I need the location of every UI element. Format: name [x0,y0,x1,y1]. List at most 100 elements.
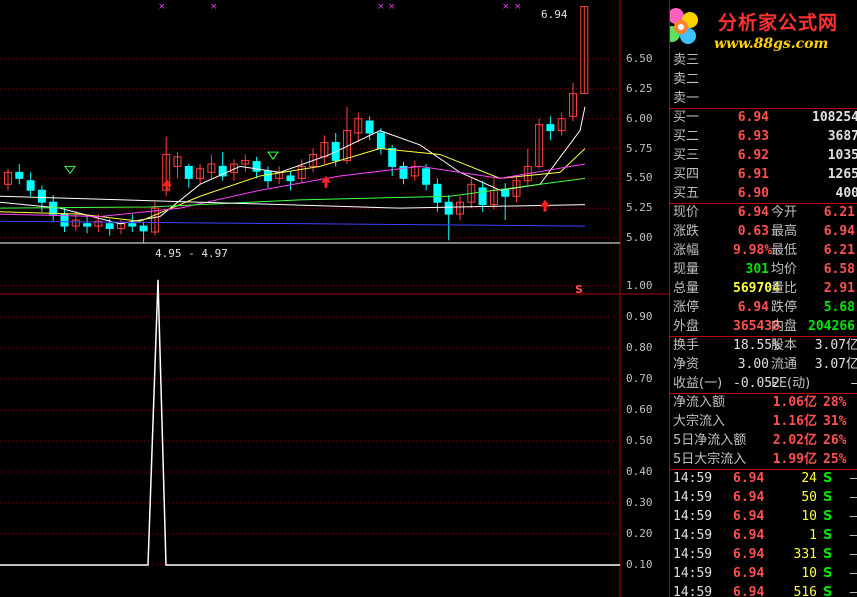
top-x-marker: × [514,2,522,12]
bid-price: 6.93 [737,129,769,144]
tick-price: 6.94 [733,509,765,524]
tick-row: 14:59 6.94 24 S — [673,470,857,488]
tick-volume: 516 [793,585,817,597]
indicator-tick-label: 0.80 [626,341,653,354]
ask-row: 卖三 [673,52,857,70]
fundamental-row: 收益(一) -0.052PE(动)— [673,375,857,393]
flow-label: 净流入额 [673,395,726,410]
bid-price: 6.90 [737,186,769,201]
ask-label: 卖三 [673,53,700,68]
tick-dash: — [849,527,857,545]
kline-chart-area[interactable]: × × × × × × 6.50 6.25 6.00 5.75 5.50 5.25 5.00 1.00… [0,0,669,597]
tick-price: 6.94 [733,585,765,597]
top-x-marker: × [502,2,510,12]
indicator-tick-label: 0.10 [626,558,653,571]
bid-label: 买二 [673,129,700,144]
stat-row: 涨幅 9.98% 最低 6.21 [673,242,857,260]
kline-chart[interactable]: × × × × × × [0,0,669,597]
quote-panel: 分析家公式网 www.88gs.com 卖三 卖二 卖一 买一 6.94 108254 买二… [669,0,857,597]
stat-value-2: 5.68 [823,300,855,315]
candle-body [15,171,24,179]
stat-row: 外盘 365438 内盘 204266 [673,318,857,336]
tick-row: 14:59 6.94 50 S — [673,489,857,507]
flow-pct: 28% [823,395,847,410]
tick-time: 14:59 [673,509,713,524]
fundamental-value-2: 3.07亿 [814,357,857,372]
sell-arrow-icon [64,165,76,175]
tick-time: 14:59 [673,566,713,581]
fundamental-value-2: — [809,375,857,393]
tick-volume: 24 [801,471,817,486]
indicator-line [0,279,620,566]
candle-body [263,170,272,182]
top-x-marker: × [158,2,166,12]
tick-time: 14:59 [673,490,713,505]
bid-row: 买二 6.93 3687 [673,128,857,146]
fundamental-label: 净资 [673,357,700,372]
s-marker: S [575,283,583,296]
stat-value: 301 [745,262,769,277]
top-x-marker: × [388,2,396,12]
logo-title: 分析家公式网 [718,12,839,34]
fundamental-value-2: 3.07亿 [814,338,857,353]
tick-price: 6.94 [733,566,765,581]
bid-label: 买三 [673,148,700,163]
bid-row: 买四 6.91 1265 [673,166,857,184]
stat-label: 总量 [673,281,700,296]
tick-time: 14:59 [673,528,713,543]
flow-label: 5日净流入额 [673,433,747,448]
stat-label: 现量 [673,262,700,277]
tick-time: 14:59 [673,471,713,486]
flow-amount: 2.02亿 [772,433,817,448]
bid-row: 买五 6.90 400 [673,185,857,203]
candle-body [444,201,453,215]
candle-body [128,223,137,227]
stat-value-2: 6.21 [823,243,855,258]
fundamental-row: 净资 3.00 流通 3.07亿 [673,356,857,374]
bid-volume: 3687 [827,129,857,144]
logo: 分析家公式网 www.88gs.com [670,2,857,56]
high-price-label: 6.94 [541,8,568,21]
stat-label-2: 跌停 [771,300,798,315]
stat-value-2: 204266 [808,319,855,334]
bid-row: 买一 6.94 108254 [673,109,857,127]
stat-label-2: 今开 [771,205,798,220]
stat-label: 涨幅 [673,243,700,258]
stat-value: 365438 [733,319,780,334]
bid-volume: 400 [835,186,857,201]
stat-value-2: 6.21 [823,205,855,220]
buy-arrow-stem [324,182,328,188]
candle-body [433,183,442,203]
price-tick-label: 5.25 [626,201,653,215]
candle-body [376,132,385,149]
candle-body [478,187,487,206]
stat-row: 现量 301 均价 6.58 [673,261,857,279]
price-tick-label: 5.75 [626,141,653,155]
ask-label: 卖一 [673,91,700,106]
stat-value: 9.98% [733,243,773,258]
fundamental-value: 3.00 [737,357,769,372]
flow-amount: 1.99亿 [772,452,817,467]
fundamental-value: -0.052 [733,376,780,391]
top-x-marker: × [210,2,218,12]
indicator-tick-label: 0.90 [626,310,653,323]
tick-side: S [823,528,833,543]
indicator-tick-label: 0.60 [626,403,653,416]
tick-time: 14:59 [673,585,713,597]
buy-arrow-stem [165,186,169,192]
tick-side: S [823,471,833,486]
tick-dash: — [849,489,857,507]
bid-price: 6.91 [737,167,769,182]
stat-value: 6.94 [737,300,769,315]
stat-label: 现价 [673,205,700,220]
price-tick-label: 6.50 [626,52,653,65]
bid-label: 买五 [673,186,700,201]
fundamental-row: 换手 18.55% 股本 3.07亿 [673,337,857,355]
low-range-label: 4.95 - 4.97 [155,247,228,260]
stat-label-2: 均价 [771,262,798,277]
candle-body [365,120,374,134]
bid-label: 买四 [673,167,700,182]
stat-row: 涨停 6.94 跌停 5.68 [673,299,857,317]
tick-row: 14:59 6.94 10 S — [673,565,857,583]
tick-price: 6.94 [733,490,765,505]
